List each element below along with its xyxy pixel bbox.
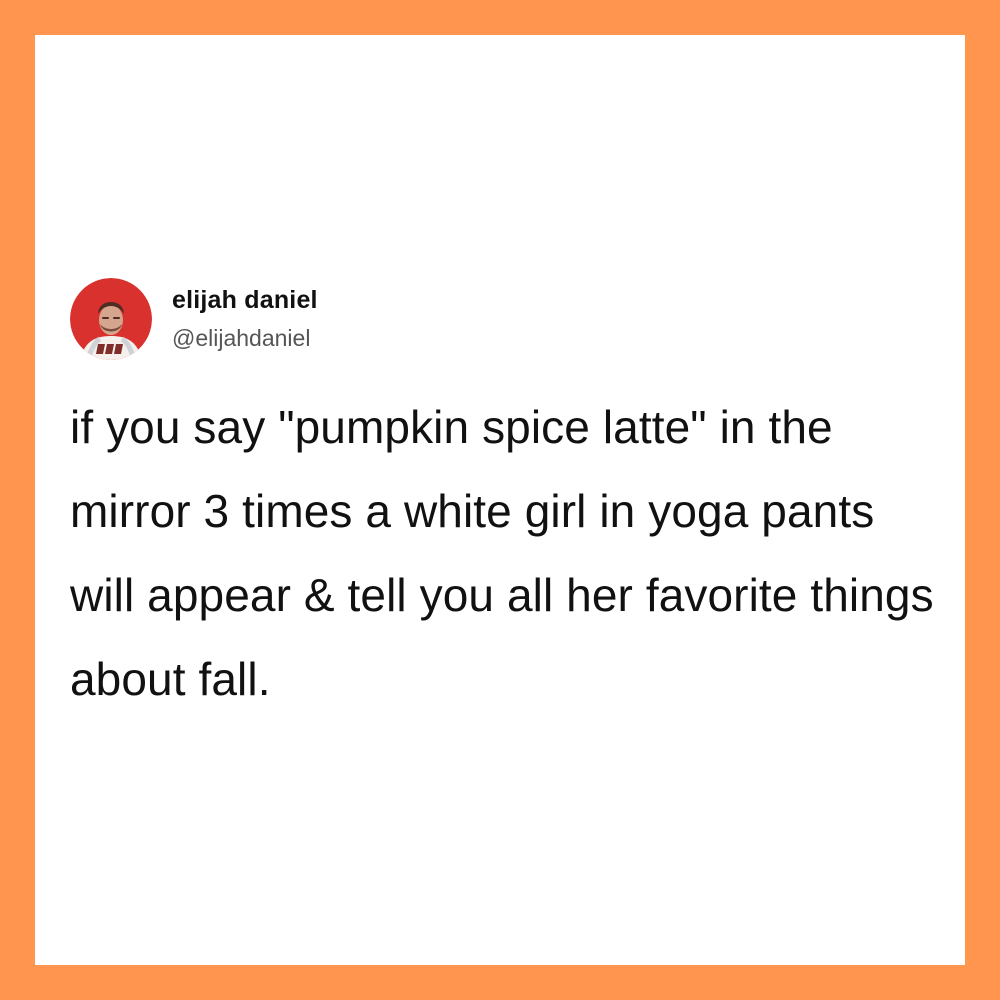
author-display-name[interactable]: elijah daniel [172,285,318,315]
orange-frame: elijah daniel @elijahdaniel if you say "… [0,0,1000,1000]
post-card: elijah daniel @elijahdaniel if you say "… [35,35,965,965]
author-avatar [70,278,152,360]
avatar-photo-icon [70,278,152,360]
author-handle[interactable]: @elijahdaniel [172,323,318,353]
author-names: elijah daniel @elijahdaniel [172,285,318,353]
post-header: elijah daniel @elijahdaniel [70,278,318,360]
post-text: if you say "pumpkin spice latte" in the … [70,401,934,705]
